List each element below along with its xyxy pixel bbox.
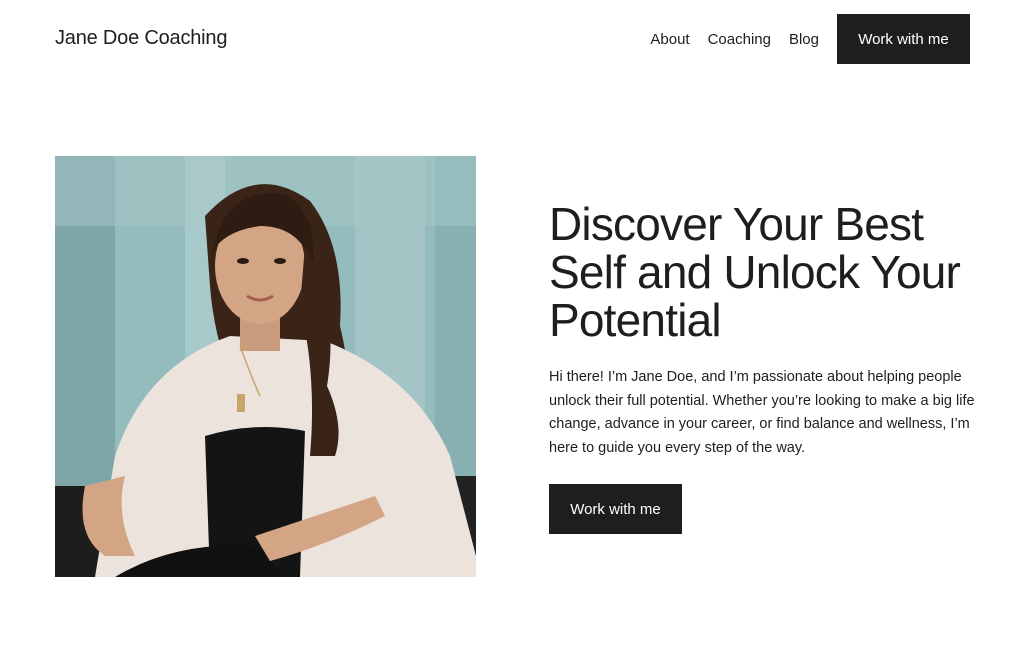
main-nav: About Coaching Blog Work with me (650, 14, 970, 64)
hero-work-with-me-button[interactable]: Work with me (549, 484, 682, 534)
nav-link-blog[interactable]: Blog (789, 31, 819, 48)
hero-heading: Discover Your Best Self and Unlock Your … (549, 198, 961, 346)
hero-portrait-image (55, 156, 476, 577)
header-work-with-me-button[interactable]: Work with me (837, 14, 970, 64)
hero-text-section: Discover Your Best Self and Unlock Your … (549, 200, 979, 460)
hero-intro-paragraph: Hi there! I’m Jane Doe, and I’m passiona… (549, 369, 975, 456)
nav-link-about[interactable]: About (650, 31, 689, 48)
site-title[interactable]: Jane Doe Coaching (55, 27, 227, 50)
nav-link-coaching[interactable]: Coaching (708, 31, 771, 48)
site-header: Jane Doe Coaching About Coaching Blog Wo… (0, 0, 1024, 80)
portrait-illustration (55, 156, 476, 577)
